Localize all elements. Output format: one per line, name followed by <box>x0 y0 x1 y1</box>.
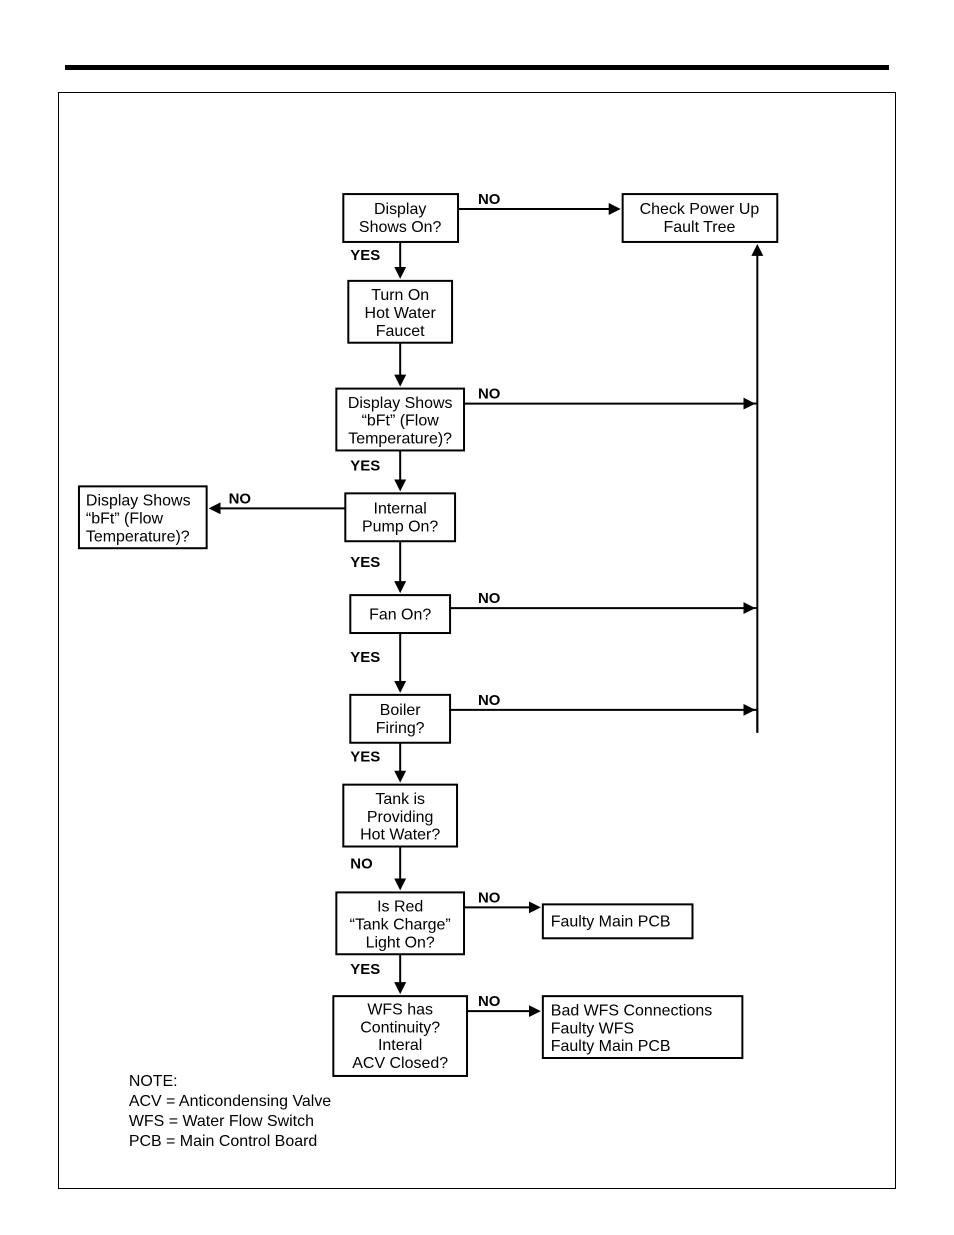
flowchart-svg: Display Shows On? Check Power Up Fault T… <box>59 93 895 1188</box>
n4-l2: “bFt” (Flow <box>362 413 440 430</box>
n8-l2: Providing <box>367 809 434 826</box>
node-fan-on: Fan On? <box>350 595 450 633</box>
lbl-no-4: NO <box>478 386 500 403</box>
n10no-l2: Faulty WFS <box>551 1020 634 1037</box>
n5no-l3: Temperature)? <box>86 528 190 545</box>
lbl-yes-1: YES <box>350 247 380 264</box>
node-internal-pump: Internal Pump On? <box>345 493 455 541</box>
n6-l1: Fan On? <box>369 606 431 623</box>
lbl-no-5: NO <box>229 490 251 507</box>
n10-l4: ACV Closed? <box>352 1055 448 1072</box>
lbl-no-7: NO <box>478 692 500 709</box>
node-tank-hot-water: Tank is Providing Hot Water? <box>343 785 457 847</box>
n5no-l1: Display Shows <box>86 493 191 510</box>
n3-l1: Turn On <box>371 287 429 304</box>
n7-l2: Firing? <box>376 720 425 737</box>
page: Display Shows On? Check Power Up Fault T… <box>0 0 954 1235</box>
n4-l1: Display Shows <box>348 395 453 412</box>
n10-l3: Interal <box>378 1037 422 1054</box>
n4-l3: Temperature)? <box>348 431 452 448</box>
n2-l2: Fault Tree <box>664 219 736 236</box>
node-faulty-pcb: Faulty Main PCB <box>543 904 693 938</box>
lbl-no-6: NO <box>478 590 500 607</box>
n9-l3: Light On? <box>366 934 435 951</box>
n9-l2: “Tank Charge” <box>350 917 451 934</box>
node-check-power-up: Check Power Up Fault Tree <box>623 194 778 242</box>
node-tank-charge-light: Is Red “Tank Charge” Light On? <box>336 892 464 954</box>
flowchart-frame: Display Shows On? Check Power Up Fault T… <box>58 92 896 1189</box>
n3-l3: Faucet <box>376 323 425 340</box>
note-l3: PCB = Main Control Board <box>129 1133 317 1150</box>
n10no-l3: Faulty Main PCB <box>551 1038 671 1055</box>
lbl-yes-5: YES <box>350 554 380 571</box>
lbl-yes-6: YES <box>350 649 380 666</box>
node-display-bft-left: Display Shows “bFt” (Flow Temperature)? <box>79 486 207 548</box>
lbl-no-9: NO <box>478 889 500 906</box>
n9-l1: Is Red <box>377 899 423 916</box>
n5-l2: Pump On? <box>362 518 438 535</box>
n5no-l2: “bFt” (Flow <box>86 511 164 528</box>
note-title: NOTE: <box>129 1073 178 1090</box>
lbl-yes-9: YES <box>350 961 380 978</box>
n3-l2: Hot Water <box>365 305 437 322</box>
n8-l3: Hot Water? <box>360 827 440 844</box>
n10no-l1: Bad WFS Connections <box>551 1002 712 1019</box>
lbl-no-10: NO <box>478 993 500 1010</box>
lbl-no-8: NO <box>350 855 372 872</box>
n1-l1: Display <box>374 201 426 218</box>
node-turn-on-faucet: Turn On Hot Water Faucet <box>348 281 452 343</box>
n10-l1: WFS has <box>367 1001 433 1018</box>
n10-l2: Continuity? <box>360 1019 440 1036</box>
n7-l1: Boiler <box>380 702 421 719</box>
divider-top <box>65 65 889 70</box>
n1-l2: Shows On? <box>359 219 442 236</box>
note-l2: WFS = Water Flow Switch <box>129 1113 314 1130</box>
node-display-shows-on: Display Shows On? <box>343 194 458 242</box>
note-l1: ACV = Anticondensing Valve <box>129 1093 331 1110</box>
lbl-yes-7: YES <box>350 749 380 766</box>
node-display-bft: Display Shows “bFt” (Flow Temperature)? <box>336 389 464 451</box>
lbl-yes-4: YES <box>350 457 380 474</box>
node-boiler-firing: Boiler Firing? <box>350 695 450 743</box>
n8-l1: Tank is <box>375 791 425 808</box>
lbl-no-1: NO <box>478 191 500 208</box>
n2-l1: Check Power Up <box>640 201 760 218</box>
n5-l1: Internal <box>374 501 427 518</box>
n9no-l1: Faulty Main PCB <box>551 914 671 931</box>
node-bad-wfs: Bad WFS Connections Faulty WFS Faulty Ma… <box>543 996 743 1058</box>
node-wfs-continuity: WFS has Continuity? Interal ACV Closed? <box>333 996 467 1076</box>
